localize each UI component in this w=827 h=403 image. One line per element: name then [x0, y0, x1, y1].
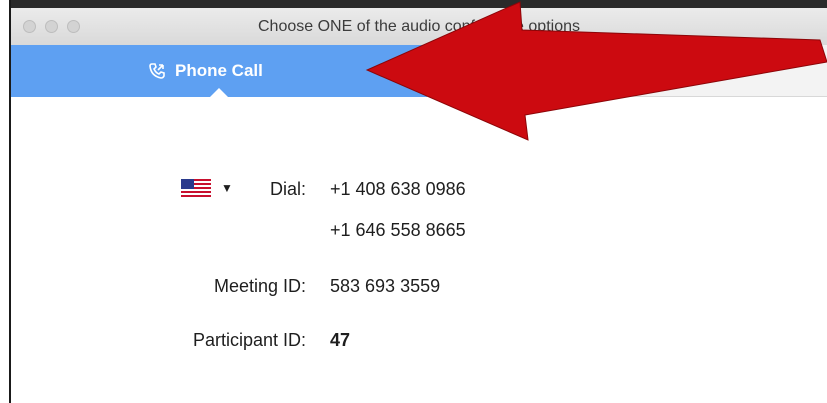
dial-number-2: +1 646 558 8665 [330, 220, 466, 240]
participant-id-label: Participant ID: [192, 330, 306, 350]
meeting-id-value: 583 693 3559 [330, 276, 441, 296]
tab-computer-audio[interactable]: Computer Audio [427, 45, 827, 97]
dial-number-1: +1 408 638 0986 [330, 179, 466, 199]
tab-computer-audio-label: Computer Audio [587, 61, 709, 80]
window-top-edge [11, 0, 827, 8]
window-title: Choose ONE of the audio conference optio… [258, 18, 580, 35]
audio-tabs: Phone Call Computer Audio [11, 45, 827, 98]
computer-icon [558, 64, 576, 77]
tab-phone-call-label: Phone Call [175, 61, 263, 80]
participant-id-value: 47 [330, 330, 351, 350]
dial-label: Dial: [269, 179, 306, 199]
meeting-id-label: Meeting ID: [213, 276, 306, 296]
phone-icon [149, 63, 165, 79]
active-tab-notch [209, 88, 229, 98]
audio-options-window: Choose ONE of the audio conference optio… [9, 0, 827, 403]
tab-phone-call[interactable]: Phone Call [11, 45, 427, 98]
title-bar: Choose ONE of the audio conference optio… [11, 8, 827, 46]
